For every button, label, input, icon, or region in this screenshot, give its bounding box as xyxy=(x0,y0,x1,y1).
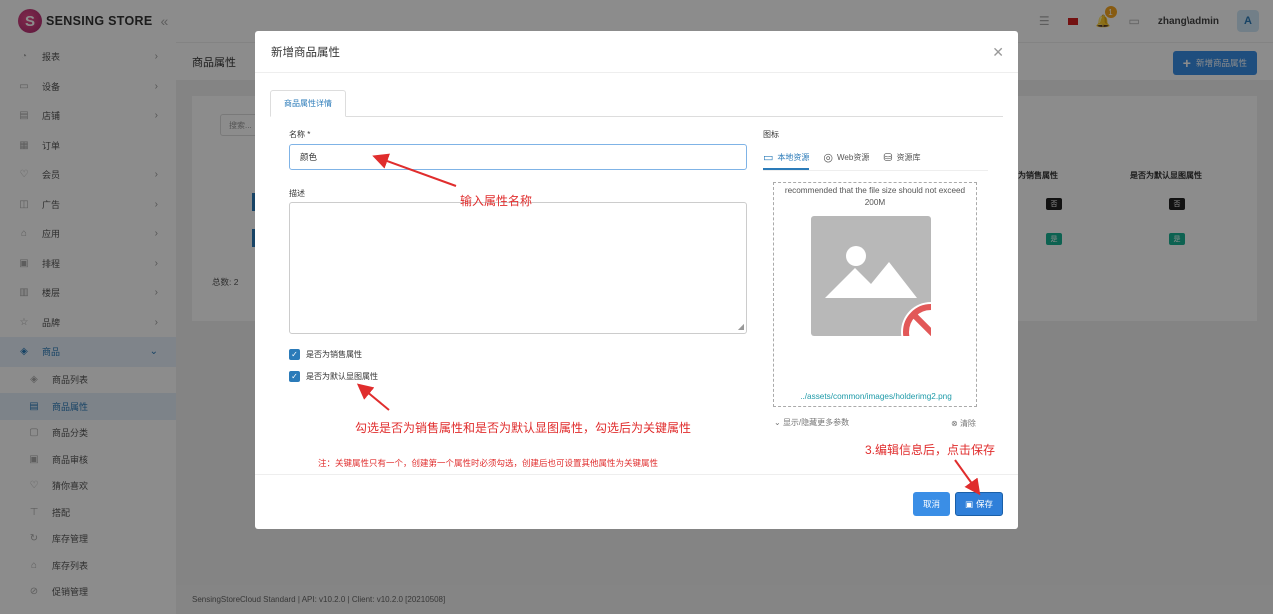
default-image-label: 是否为默认显图属性 xyxy=(306,372,378,381)
default-image-checkbox[interactable]: ✓ 是否为默认显图属性 xyxy=(289,371,378,382)
tab-label: 资源库 xyxy=(896,153,921,162)
sales-attribute-label: 是否为销售属性 xyxy=(306,350,362,359)
icon-label: 图标 xyxy=(763,130,779,139)
name-label: 名称 * xyxy=(289,130,311,139)
icon-source-tabs: ▭ 本地资源 ◎ Web资源 ⛁ 资源库 xyxy=(763,147,988,171)
globe-icon: ◎ xyxy=(823,152,834,164)
tab-web-resource[interactable]: ◎ Web资源 xyxy=(823,151,869,170)
tab-local-resource[interactable]: ▭ 本地资源 xyxy=(763,151,810,170)
image-placeholder-icon xyxy=(811,216,961,362)
icon-preview[interactable]: recommended that the file size should no… xyxy=(773,182,977,407)
tab-label: Web资源 xyxy=(837,153,870,162)
annotation-name-hint: 输入属性名称 xyxy=(460,194,533,208)
modal-footer: 取消 ▣ 保存 xyxy=(255,474,1018,529)
modal-title: 新增商品属性 xyxy=(255,31,1018,73)
clear-button[interactable]: ⊗ 清除 xyxy=(951,418,976,429)
save-button[interactable]: ▣ 保存 xyxy=(955,492,1003,516)
annotation-note: 注：关键属性只有一个，创建第一个属性时必须勾选，创建后也可设置其他属性为关键属性 xyxy=(318,458,659,468)
resize-handle-icon[interactable]: ◢ xyxy=(738,322,744,331)
description-textarea[interactable]: ◢ xyxy=(289,202,747,334)
description-label: 描述 xyxy=(289,189,305,198)
checkbox-checked-icon: ✓ xyxy=(289,371,300,382)
folder-icon: ▭ xyxy=(763,152,774,164)
clear-label: 清除 xyxy=(959,419,976,428)
tab-attribute-details[interactable]: 商品属性详情 xyxy=(270,90,346,117)
name-field[interactable]: 颜色 xyxy=(289,144,747,170)
toggle-more-params-label: 显示/隐藏更多参数 xyxy=(782,418,850,427)
annotation-check-hint: 勾选是否为销售属性和是否为默认显图属性，勾选后为关键属性 xyxy=(355,421,692,435)
cancel-button[interactable]: 取消 xyxy=(913,492,950,516)
save-label: 保存 xyxy=(976,499,994,509)
toggle-more-params[interactable]: ⌄ 显示/隐藏更多参数 xyxy=(774,417,849,428)
database-icon: ⛁ xyxy=(883,152,893,164)
save-icon: ▣ xyxy=(964,498,973,509)
tab-label: 本地资源 xyxy=(777,153,810,162)
annotation-save-hint: 3.编辑信息后，点击保存 xyxy=(865,443,996,457)
checkbox-checked-icon: ✓ xyxy=(289,349,300,360)
close-icon[interactable]: ✕ xyxy=(992,44,1004,61)
image-path: ../assets/common/images/holderimg2.png xyxy=(800,392,952,401)
sales-attribute-checkbox[interactable]: ✓ 是否为销售属性 xyxy=(289,349,362,360)
tab-resource-library[interactable]: ⛁ 资源库 xyxy=(883,151,920,170)
file-size-note: recommended that the file size should no… xyxy=(784,186,966,207)
image-placeholder-graphic xyxy=(825,246,961,362)
modal-tabs: 商品属性详情 xyxy=(270,90,1003,117)
